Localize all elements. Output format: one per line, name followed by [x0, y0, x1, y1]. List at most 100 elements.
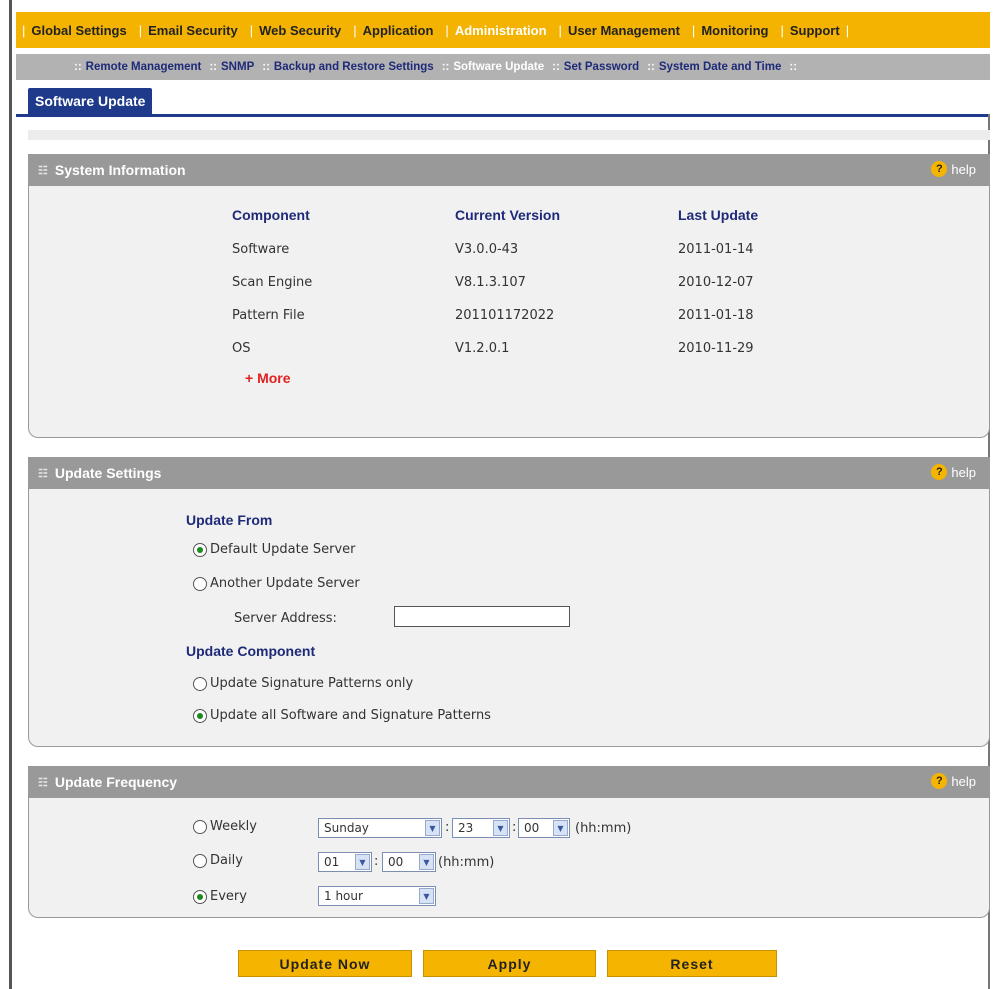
server-address-input[interactable]	[394, 606, 570, 627]
weekly-hour-select[interactable]: 23 ▼	[452, 818, 510, 838]
radio-icon[interactable]	[193, 576, 207, 591]
subnav-item-label: Backup and Restore Settings	[273, 61, 434, 73]
chevron-down-icon: ▼	[419, 888, 434, 904]
option-label: Update all Software and Signature Patter…	[210, 708, 491, 723]
table-cell: V1.2.0.1	[455, 341, 510, 356]
grip-icon: ☷	[38, 164, 48, 177]
table-cell: Scan Engine	[232, 275, 313, 290]
table-cell: 201101172022	[455, 308, 555, 323]
weekly-minute-select[interactable]: 00 ▼	[518, 818, 570, 838]
table-cell: V8.1.3.107	[455, 275, 526, 290]
update-frequency-header: ☷ Update Frequency ? help	[28, 766, 990, 798]
subnav-separator: ::	[441, 61, 450, 73]
select-value: 1 hour	[324, 889, 363, 903]
subnav-separator: ::	[209, 61, 218, 73]
nav-item-label: Global Settings	[31, 22, 127, 38]
table-cell: V3.0.0-43	[455, 242, 519, 257]
daily-hour-select[interactable]: 01 ▼	[318, 852, 372, 872]
grip-icon: ☷	[38, 467, 48, 480]
help-label: help	[951, 464, 976, 480]
help-link[interactable]: ? help	[931, 464, 976, 480]
help-link[interactable]: ? help	[931, 161, 976, 177]
subnav-item-backup-restore[interactable]: :: Backup and Restore Settings	[258, 61, 437, 73]
subnav-item-label: Software Update	[453, 61, 545, 73]
nav-item-label: Web Security	[259, 22, 342, 38]
subnav-item-remote-management[interactable]: :: Remote Management	[70, 61, 205, 73]
subnav-item-set-password[interactable]: :: Set Password	[548, 61, 643, 73]
table-cell: OS	[232, 341, 251, 356]
daily-minute-select[interactable]: 00 ▼	[382, 852, 436, 872]
section-title: Update Settings	[54, 465, 162, 481]
subnav-item-label: Remote Management	[85, 61, 202, 73]
select-value: 23	[458, 821, 474, 835]
section-title: System Information	[54, 162, 186, 178]
nav-item-user-management[interactable]: | User Management	[553, 23, 686, 38]
subnav-separator: ::	[552, 61, 560, 73]
help-link[interactable]: ? help	[931, 773, 976, 789]
signature-only-option[interactable]: Update Signature Patterns only	[193, 676, 413, 691]
column-header-last-update: Last Update	[678, 207, 759, 223]
grip-icon: ☷	[38, 776, 48, 789]
nav-item-support[interactable]: | Support |	[774, 23, 855, 38]
apply-button[interactable]: Apply	[423, 950, 596, 977]
radio-icon[interactable]	[193, 853, 207, 868]
tab-software-update[interactable]: Software Update	[28, 88, 153, 115]
chevron-down-icon: ▼	[553, 820, 568, 836]
radio-icon[interactable]	[193, 819, 207, 834]
radio-selected-icon[interactable]	[193, 708, 207, 723]
weekly-day-select[interactable]: Sunday ▼	[318, 818, 442, 838]
nav-item-email-security[interactable]: | Email Security	[133, 23, 244, 38]
subnav-item-snmp[interactable]: :: SNMP	[205, 61, 258, 73]
column-header-component: Component	[232, 207, 310, 223]
all-software-option[interactable]: Update all Software and Signature Patter…	[193, 708, 491, 723]
another-server-option[interactable]: Another Update Server	[193, 576, 360, 591]
reset-button[interactable]: Reset	[607, 950, 777, 977]
every-option[interactable]: Every	[193, 889, 247, 904]
update-component-heading: Update Component	[186, 643, 316, 659]
nav-separator: |	[780, 22, 784, 38]
every-interval-select[interactable]: 1 hour ▼	[318, 886, 436, 906]
main-nav: | Global Settings | Email Security | Web Se…	[16, 12, 990, 48]
time-format-label: (hh:mm)	[438, 855, 495, 870]
nav-item-label: Monitoring	[701, 22, 769, 38]
subnav-separator: ::	[262, 61, 270, 73]
option-label: Daily	[210, 853, 243, 868]
nav-separator: |	[845, 22, 850, 38]
update-now-button[interactable]: Update Now	[238, 950, 412, 977]
subnav-item-software-update[interactable]: :: Software Update	[438, 61, 548, 73]
nav-separator: |	[445, 22, 449, 38]
update-settings-header: ☷ Update Settings ? help	[28, 457, 990, 489]
more-link[interactable]: + More	[245, 370, 291, 386]
radio-selected-icon[interactable]	[193, 889, 207, 904]
nav-item-global-settings[interactable]: | Global Settings	[16, 23, 133, 38]
subnav-item-system-date-time[interactable]: :: System Date and Time::	[643, 61, 801, 73]
nav-item-web-security[interactable]: | Web Security	[244, 23, 348, 38]
daily-option[interactable]: Daily	[193, 853, 243, 868]
radio-selected-icon[interactable]	[193, 542, 207, 557]
table-cell: Pattern File	[232, 308, 305, 323]
weekly-option[interactable]: Weekly	[193, 819, 257, 834]
select-value: 00	[388, 855, 404, 869]
option-label: Another Update Server	[210, 576, 360, 591]
server-address-label: Server Address:	[234, 611, 337, 626]
help-label: help	[951, 773, 976, 789]
radio-icon[interactable]	[193, 676, 207, 691]
subnav-separator: ::	[789, 61, 798, 73]
nav-item-application[interactable]: | Application	[347, 23, 439, 38]
nav-item-administration[interactable]: | Administration	[439, 23, 552, 38]
left-border	[9, 0, 12, 989]
select-value: Sunday	[324, 821, 369, 835]
table-cell: 2010-12-07	[678, 275, 754, 290]
nav-separator: |	[249, 22, 254, 38]
help-icon: ?	[931, 464, 948, 480]
system-information-header: ☷ System Information ? help	[28, 154, 990, 186]
tab-underline	[16, 114, 990, 117]
table-cell: 2011-01-14	[678, 242, 754, 257]
option-label: Update Signature Patterns only	[210, 676, 414, 691]
time-separator: :	[374, 854, 379, 869]
select-value: 00	[524, 821, 540, 835]
nav-item-monitoring[interactable]: | Monitoring	[686, 23, 775, 38]
default-server-option[interactable]: Default Update Server	[193, 542, 355, 557]
nav-separator: |	[138, 22, 143, 38]
table-cell: 2011-01-18	[678, 308, 754, 323]
